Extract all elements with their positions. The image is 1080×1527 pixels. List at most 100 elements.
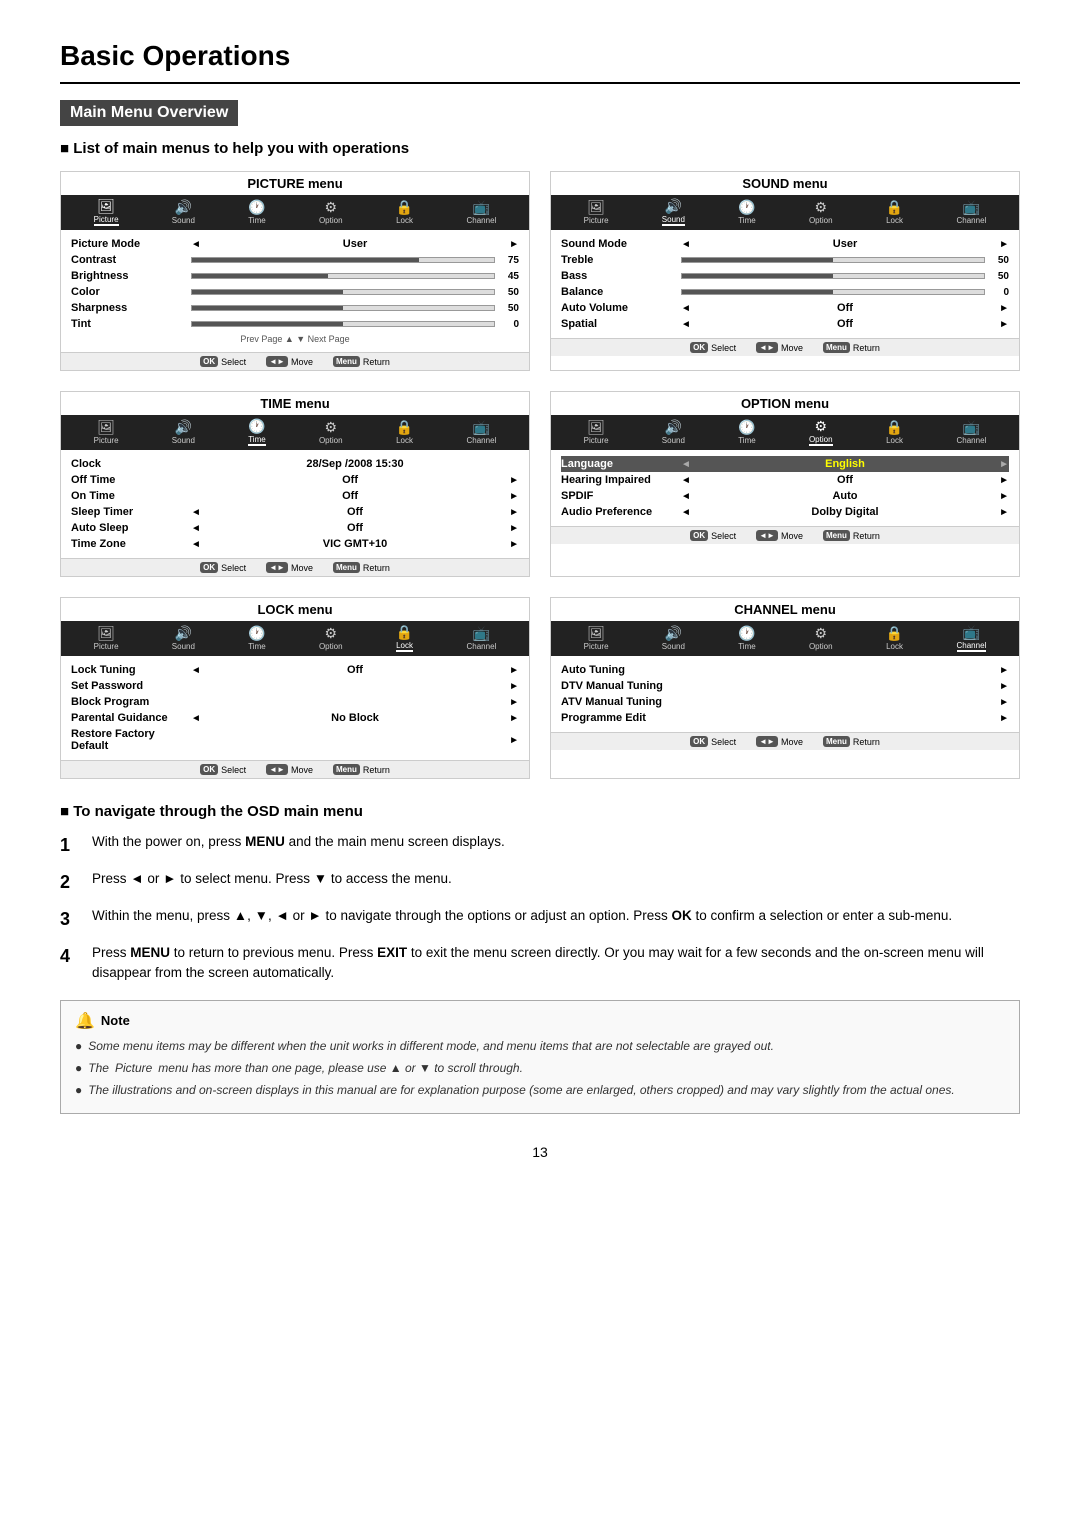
- nav-l-lock: 🔒 Lock: [396, 625, 413, 652]
- option-menu-title: OPTION menu: [551, 392, 1019, 415]
- sound-menu-title: SOUND menu: [551, 172, 1019, 195]
- t-sound-icon: 🔊: [175, 420, 192, 434]
- nav-l-time: 🕐 Time: [248, 626, 265, 651]
- option-menu: OPTION menu 🖼 Picture 🔊 Sound 🕐 Time ⚙ O…: [550, 391, 1020, 577]
- s-option-icon: ⚙: [814, 200, 827, 214]
- l-channel-icon: 📺: [473, 626, 490, 640]
- sound-menu-content: Sound Mode ◄ User ► Treble 50 Bass 50: [551, 230, 1019, 338]
- option-row-language: Language ◄ English ►: [561, 456, 1009, 472]
- l-clock-icon: 🕐: [248, 626, 265, 640]
- t-option-icon: ⚙: [324, 420, 337, 434]
- c-channel-icon: 📺: [963, 625, 980, 639]
- picture-row-color: Color 50: [71, 284, 519, 300]
- sound-row-treble: Treble 50: [561, 252, 1009, 268]
- sound-row-spatial: Spatial ◄ Off ►: [561, 316, 1009, 332]
- picture-row-contrast: Contrast 75: [71, 252, 519, 268]
- sound-row-balance: Balance 0: [561, 284, 1009, 300]
- c-picture-icon: 🖼: [587, 626, 605, 640]
- navigation-section: To navigate through the OSD main menu 1 …: [60, 803, 1020, 984]
- time-row-on-time: On Time Off ►: [71, 488, 519, 504]
- o-clock-icon: 🕐: [738, 420, 755, 434]
- picture-row-mode: Picture Mode ◄ User ►: [71, 236, 519, 252]
- lock-menu-title: LOCK menu: [61, 598, 529, 621]
- sound-row-bass: Bass 50: [561, 268, 1009, 284]
- time-menu-title: TIME menu: [61, 392, 529, 415]
- nav-o-channel: 📺 Channel: [957, 420, 987, 445]
- t-picture-icon: 🖼: [97, 420, 115, 434]
- picture-row-sharpness: Sharpness 50: [71, 300, 519, 316]
- note-icon: 🔔: [75, 1011, 95, 1031]
- option-icon: ⚙: [324, 200, 337, 214]
- navigation-title: To navigate through the OSD main menu: [60, 803, 1020, 820]
- lock-row-block-program: Block Program ►: [71, 694, 519, 710]
- step-4: 4 Press MENU to return to previous menu.…: [60, 943, 1020, 984]
- channel-menu-title: CHANNEL menu: [551, 598, 1019, 621]
- nav-picture: 🖼 Picture: [94, 199, 119, 226]
- menus-grid: PICTURE menu 🖼 Picture 🔊 Sound 🕐 Time ⚙ …: [60, 171, 1020, 779]
- picture-row-brightness: Brightness 45: [71, 268, 519, 284]
- picture-row-tint: Tint 0: [71, 316, 519, 332]
- nav-o-sound: 🔊 Sound: [662, 420, 685, 445]
- lock-icon: 🔒: [396, 200, 413, 214]
- c-clock-icon: 🕐: [738, 626, 755, 640]
- channel-menu-footer: OK Select ◄► Move Menu Return: [551, 732, 1019, 750]
- nav-c-time: 🕐 Time: [738, 626, 755, 651]
- channel-menu: CHANNEL menu 🖼 Picture 🔊 Sound 🕐 Time ⚙ …: [550, 597, 1020, 779]
- note-list: Some menu items may be different when th…: [75, 1037, 1005, 1099]
- sound-row-mode: Sound Mode ◄ User ►: [561, 236, 1009, 252]
- nav-o-time: 🕐 Time: [738, 420, 755, 445]
- nav-c-option: ⚙ Option: [809, 626, 833, 651]
- picture-menu-footer: OK Select ◄► Move Menu Return: [61, 352, 529, 370]
- sound-menu-footer: OK Select ◄► Move Menu Return: [551, 338, 1019, 356]
- option-menu-content: Language ◄ English ► Hearing Impaired ◄ …: [551, 450, 1019, 526]
- s-clock-icon: 🕐: [738, 200, 755, 214]
- nav-s-time: 🕐 Time: [738, 200, 755, 225]
- nav-l-picture: 🖼 Picture: [94, 626, 119, 651]
- lock-menu-footer: OK Select ◄► Move Menu Return: [61, 760, 529, 778]
- lock-nav-bar: 🖼 Picture 🔊 Sound 🕐 Time ⚙ Option 🔒 Lock…: [61, 621, 529, 656]
- picture-icon: 🖼: [97, 199, 115, 213]
- lock-menu: LOCK menu 🖼 Picture 🔊 Sound 🕐 Time ⚙ Opt…: [60, 597, 530, 779]
- s-sound-icon: 🔊: [665, 199, 682, 213]
- channel-row-atv-manual: ATV Manual Tuning ►: [561, 694, 1009, 710]
- time-menu-content: Clock 28/Sep /2008 15:30 Off Time Off ► …: [61, 450, 529, 558]
- channel-icon: 📺: [473, 200, 490, 214]
- title-divider: [60, 82, 1020, 84]
- picture-menu-content: Picture Mode ◄ User ► Contrast 75 Bright…: [61, 230, 529, 352]
- nav-channel: 📺 Channel: [467, 200, 497, 225]
- t-lock-icon: 🔒: [396, 420, 413, 434]
- o-sound-icon: 🔊: [665, 420, 682, 434]
- channel-nav-bar: 🖼 Picture 🔊 Sound 🕐 Time ⚙ Option 🔒 Lock…: [551, 621, 1019, 656]
- lock-row-parental: Parental Guidance ◄ No Block ►: [71, 710, 519, 726]
- time-row-clock: Clock 28/Sep /2008 15:30: [71, 456, 519, 472]
- nav-s-channel: 📺 Channel: [957, 200, 987, 225]
- nav-s-option: ⚙ Option: [809, 200, 833, 225]
- s-channel-icon: 📺: [963, 200, 980, 214]
- nav-s-sound: 🔊 Sound: [662, 199, 685, 226]
- option-row-hearing: Hearing Impaired ◄ Off ►: [561, 472, 1009, 488]
- lock-row-factory-default: Restore Factory Default ►: [71, 726, 519, 754]
- lock-row-password: Set Password ►: [71, 678, 519, 694]
- channel-menu-content: Auto Tuning ► DTV Manual Tuning ► ATV Ma…: [551, 656, 1019, 732]
- nav-c-picture: 🖼 Picture: [584, 626, 609, 651]
- picture-prev-next: Prev Page ▲ ▼ Next Page: [71, 332, 519, 346]
- o-lock-icon: 🔒: [886, 420, 903, 434]
- nav-c-lock: 🔒 Lock: [886, 626, 903, 651]
- s-lock-icon: 🔒: [886, 200, 903, 214]
- nav-s-picture: 🖼 Picture: [584, 200, 609, 225]
- nav-c-sound: 🔊 Sound: [662, 626, 685, 651]
- page-number: 13: [60, 1144, 1020, 1160]
- o-channel-icon: 📺: [963, 420, 980, 434]
- channel-row-auto-tuning: Auto Tuning ►: [561, 662, 1009, 678]
- lock-menu-content: Lock Tuning ◄ Off ► Set Password ► Block…: [61, 656, 529, 760]
- section-header: Main Menu Overview: [60, 100, 1020, 140]
- time-menu-footer: OK Select ◄► Move Menu Return: [61, 558, 529, 576]
- note-box: 🔔 Note Some menu items may be different …: [60, 1000, 1020, 1114]
- nav-l-sound: 🔊 Sound: [172, 626, 195, 651]
- time-row-off-time: Off Time Off ►: [71, 472, 519, 488]
- lock-row-tuning: Lock Tuning ◄ Off ►: [71, 662, 519, 678]
- nav-o-picture: 🖼 Picture: [584, 420, 609, 445]
- note-item-1: Some menu items may be different when th…: [75, 1037, 1005, 1055]
- nav-c-channel: 📺 Channel: [957, 625, 987, 652]
- nav-l-option: ⚙ Option: [319, 626, 343, 651]
